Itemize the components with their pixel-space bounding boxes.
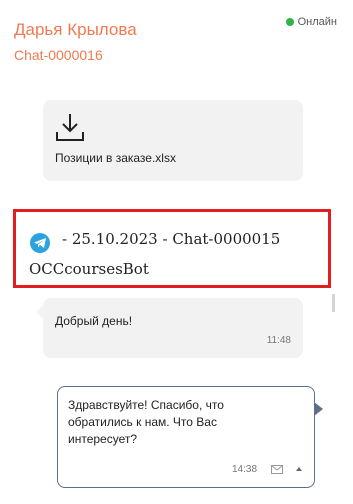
incoming-message-bubble: Добрый день! 11:48 xyxy=(43,298,303,358)
chat-header: Дарья Крылова Chat-0000016 Онлайн xyxy=(0,0,353,80)
chat-id[interactable]: Chat-0000016 xyxy=(14,47,103,63)
contact-name[interactable]: Дарья Крылова xyxy=(14,20,137,40)
file-message-bubble[interactable]: Позиции в заказе.xlsx xyxy=(43,100,303,181)
outgoing-message-bubble: Здравствуйте! Спасибо, что обратились к … xyxy=(57,386,315,488)
outgoing-message-text: Здравствуйте! Спасибо, что обратились к … xyxy=(68,398,224,446)
status-label: Онлайн xyxy=(297,16,337,28)
separator-date-chat: - 25.10.2023 - Chat-0000015 xyxy=(62,230,281,248)
incoming-message-time: 11:48 xyxy=(266,335,291,346)
download-icon[interactable] xyxy=(55,112,85,142)
envelope-icon[interactable] xyxy=(271,465,283,474)
outgoing-message-time: 14:38 xyxy=(232,464,258,475)
file-name[interactable]: Позиции в заказе.xlsx xyxy=(55,151,176,165)
telegram-icon xyxy=(30,233,50,253)
outgoing-bubble-tail xyxy=(314,402,323,416)
scrollbar-thumb[interactable] xyxy=(332,294,335,312)
incoming-message-text: Добрый день! xyxy=(55,314,133,328)
chat-history-separator: - 25.10.2023 - Chat-0000015 OCCcoursesBo… xyxy=(13,209,331,288)
online-indicator-icon xyxy=(285,18,294,26)
caret-up-icon[interactable] xyxy=(296,467,302,471)
bot-name: OCCcoursesBot xyxy=(29,260,149,278)
incoming-bubble-tail xyxy=(36,306,43,318)
online-status: Онлайн xyxy=(285,16,337,28)
